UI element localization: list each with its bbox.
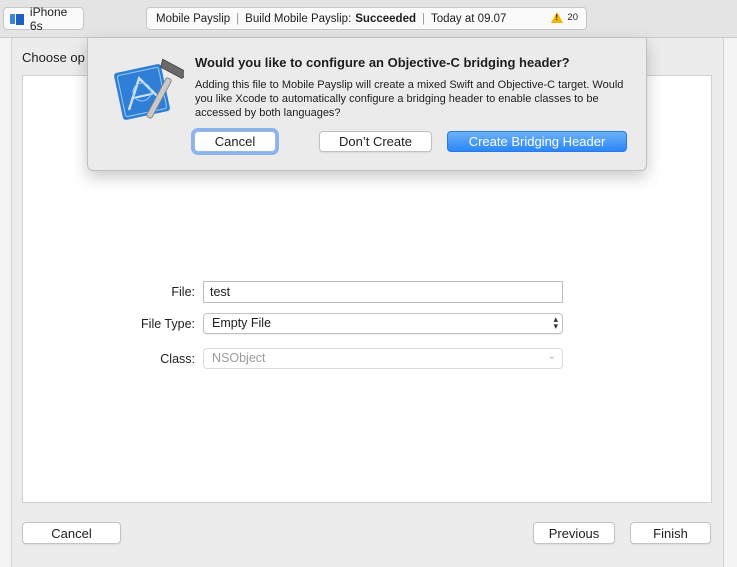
scheme-device-label: iPhone 6s bbox=[29, 4, 68, 33]
alert-title: Would you like to configure an Objective… bbox=[195, 55, 570, 70]
previous-button[interactable]: Previous bbox=[533, 522, 615, 544]
activity-separator: | bbox=[422, 12, 425, 25]
device-icon bbox=[10, 12, 25, 26]
file-type-row: File Type: Empty File ▴ ▾ bbox=[23, 313, 563, 334]
class-popup: NSObject ⌄ bbox=[203, 348, 563, 369]
class-label: Class: bbox=[160, 351, 195, 366]
xcode-toolbar: iPhone 6s Mobile Payslip | Build Mobile … bbox=[0, 0, 737, 38]
warning-icon bbox=[551, 12, 564, 23]
updown-chevron-icon: ▴ ▾ bbox=[553, 314, 558, 331]
warning-count: 20 bbox=[567, 12, 578, 23]
file-name-row: File: test bbox=[23, 281, 563, 303]
activity-build-status: Succeeded bbox=[355, 12, 416, 25]
left-editor-strip bbox=[0, 38, 12, 567]
warning-indicator[interactable]: 20 bbox=[551, 12, 578, 23]
activity-build-prefix: Build Mobile Payslip: bbox=[245, 12, 352, 25]
class-row: Class: NSObject ⌄ bbox=[23, 348, 563, 369]
scheme-device-selector[interactable]: iPhone 6s bbox=[3, 4, 84, 33]
sheet-title: Choose op bbox=[22, 50, 85, 65]
file-type-label: File Type: bbox=[141, 316, 195, 331]
right-editor-strip bbox=[723, 38, 737, 567]
chevron-down-icon: ⌄ bbox=[547, 351, 556, 362]
class-value: NSObject bbox=[212, 351, 266, 365]
bridging-header-alert: Would you like to configure an Objective… bbox=[87, 38, 647, 171]
xcode-blueprint-hammer-icon bbox=[114, 58, 184, 120]
activity-separator: | bbox=[236, 12, 240, 25]
finish-button[interactable]: Finish bbox=[630, 522, 711, 544]
activity-time: Today at 09.07 bbox=[431, 12, 507, 25]
activity-project: Mobile Payslip bbox=[156, 12, 231, 25]
cancel-button[interactable]: Cancel bbox=[22, 522, 121, 544]
file-type-popup[interactable]: Empty File ▴ ▾ bbox=[203, 313, 563, 334]
alert-cancel-button[interactable]: Cancel bbox=[194, 131, 276, 152]
create-bridging-header-button[interactable]: Create Bridging Header bbox=[447, 131, 627, 152]
dont-create-button[interactable]: Don’t Create bbox=[319, 131, 432, 152]
file-name-field[interactable]: test bbox=[203, 281, 563, 303]
activity-view[interactable]: Mobile Payslip | Build Mobile Payslip: S… bbox=[146, 7, 587, 30]
file-name-label: File: bbox=[171, 285, 195, 299]
file-type-value: Empty File bbox=[212, 316, 272, 330]
alert-message: Adding this file to Mobile Payslip will … bbox=[195, 79, 624, 119]
